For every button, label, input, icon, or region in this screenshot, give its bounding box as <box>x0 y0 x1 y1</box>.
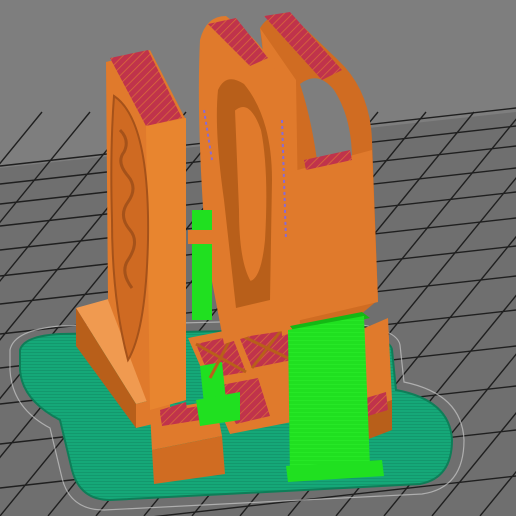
middle-connector <box>188 230 218 244</box>
preview-canvas[interactable] <box>0 0 516 516</box>
left-panel-edge <box>146 118 186 410</box>
support-block-face <box>288 316 370 476</box>
right-tower-front <box>290 150 378 322</box>
middle-support-column <box>192 210 212 320</box>
slicer-3d-preview-viewport[interactable] <box>0 0 516 516</box>
